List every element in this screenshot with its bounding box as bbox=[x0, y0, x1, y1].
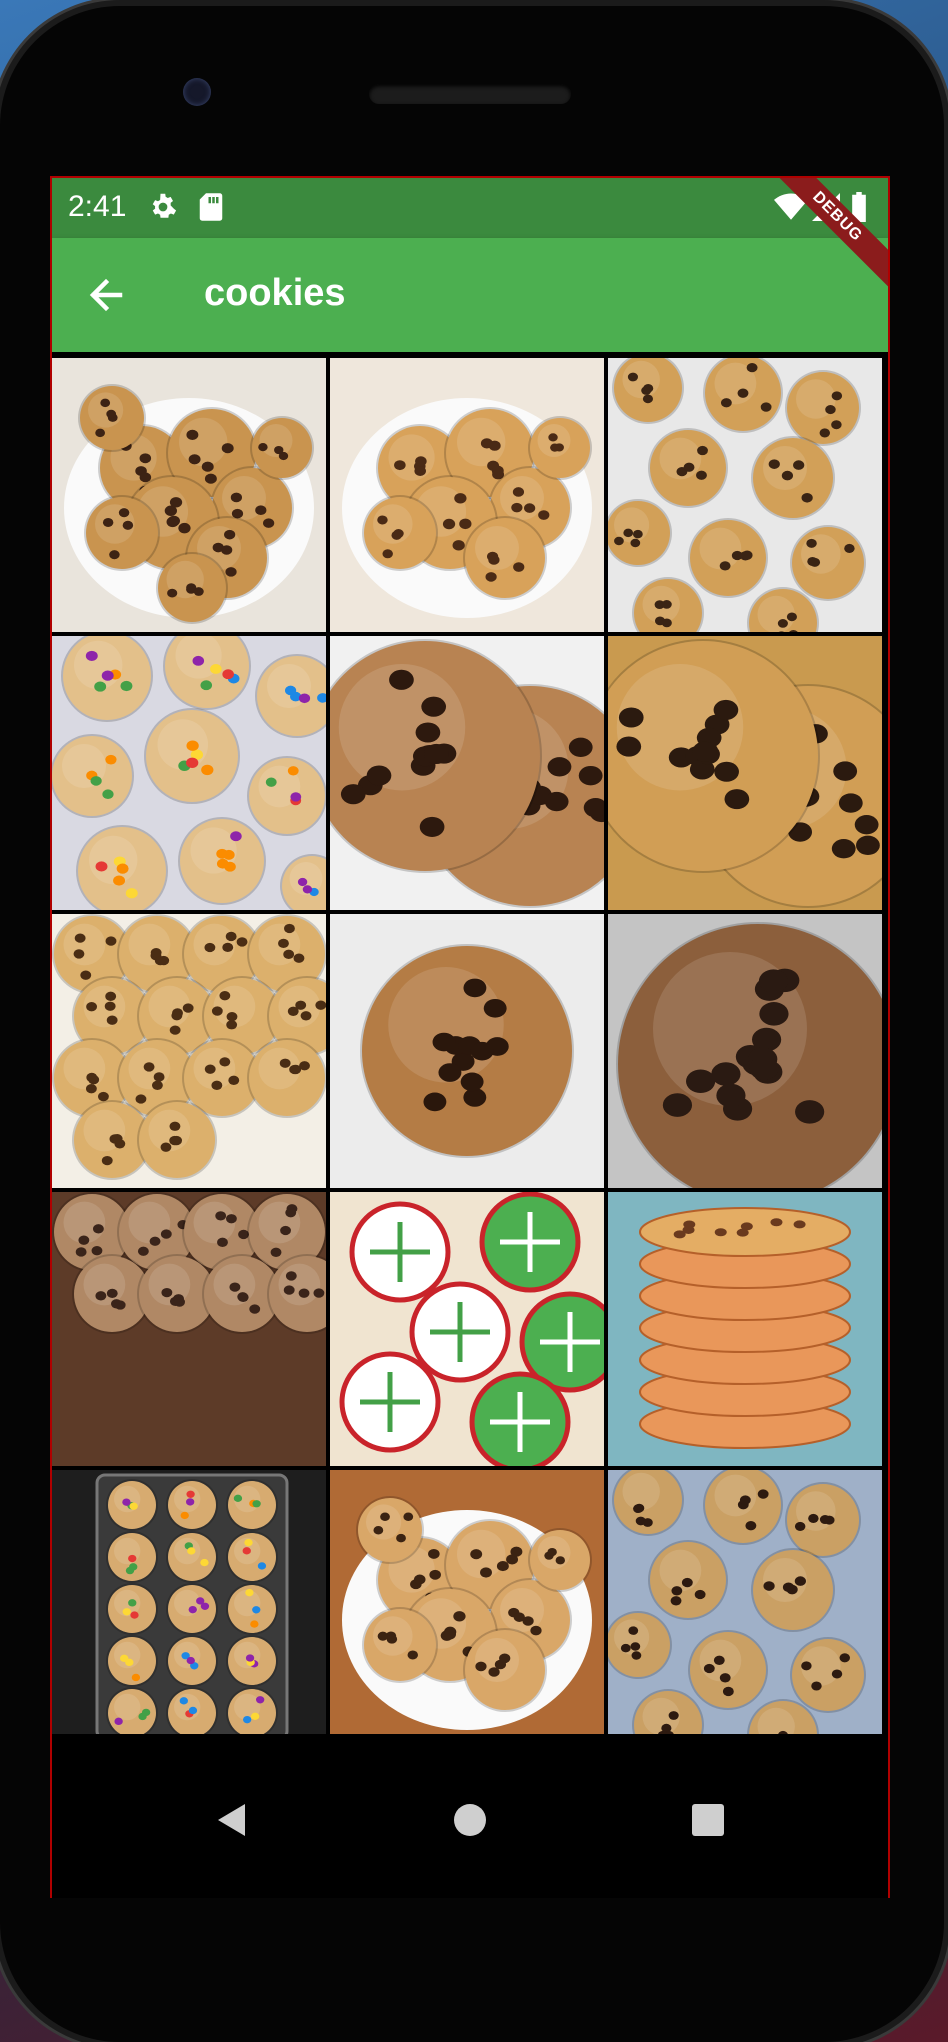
cookie-image-6[interactable] bbox=[608, 636, 882, 910]
cookie-photo bbox=[608, 1192, 882, 1466]
status-bar: 2:41 DEBUG bbox=[52, 178, 888, 294]
circle-home-icon bbox=[454, 1804, 486, 1836]
cookie-image-1[interactable] bbox=[52, 358, 326, 632]
earpiece-speaker bbox=[369, 84, 571, 104]
cookie-photo bbox=[330, 358, 604, 632]
triangle-back-icon bbox=[218, 1804, 245, 1836]
front-camera bbox=[183, 78, 211, 106]
cookie-photo bbox=[52, 914, 326, 1188]
image-grid bbox=[52, 358, 888, 1734]
cookie-photo bbox=[330, 1470, 604, 1734]
cookie-photo bbox=[608, 636, 882, 910]
nav-recents-button[interactable] bbox=[678, 1790, 738, 1850]
cookie-photo bbox=[52, 636, 326, 910]
cookie-image-9[interactable] bbox=[608, 914, 882, 1188]
cookie-image-2[interactable] bbox=[330, 358, 604, 632]
cookie-photo bbox=[52, 358, 326, 632]
cookie-image-12[interactable] bbox=[608, 1192, 882, 1466]
sd-card-icon bbox=[198, 192, 224, 227]
cookie-image-5[interactable] bbox=[330, 636, 604, 910]
app-bar: cookies bbox=[52, 238, 888, 352]
nav-back-button[interactable] bbox=[202, 1790, 262, 1850]
back-button[interactable] bbox=[72, 260, 142, 330]
cookie-image-14[interactable] bbox=[330, 1470, 604, 1734]
cookie-image-4[interactable] bbox=[52, 636, 326, 910]
cookie-photo bbox=[608, 914, 882, 1188]
cookie-image-15[interactable] bbox=[608, 1470, 882, 1734]
cookie-photo bbox=[608, 1470, 882, 1734]
cookie-image-11[interactable] bbox=[330, 1192, 604, 1466]
cookie-image-13[interactable] bbox=[52, 1470, 326, 1734]
cookie-photo bbox=[608, 358, 882, 632]
cookie-image-8[interactable] bbox=[330, 914, 604, 1188]
settings-icon bbox=[148, 192, 178, 227]
cookie-photo bbox=[52, 1470, 326, 1734]
cookie-photo bbox=[330, 1192, 604, 1466]
cookie-photo bbox=[52, 1192, 326, 1466]
phone-frame: 2:41 DEBUG cookies bbox=[0, 6, 944, 2042]
arrow-back-icon bbox=[89, 278, 123, 312]
cookie-photo bbox=[330, 914, 604, 1188]
cookie-image-7[interactable] bbox=[52, 914, 326, 1188]
page-title: cookies bbox=[204, 272, 346, 314]
cookie-image-3[interactable] bbox=[608, 358, 882, 632]
status-time: 2:41 bbox=[68, 190, 127, 223]
device-screen: 2:41 DEBUG cookies bbox=[50, 176, 890, 1898]
system-nav-bar bbox=[52, 1734, 888, 1898]
cookie-photo bbox=[330, 636, 604, 910]
cookie-image-10[interactable] bbox=[52, 1192, 326, 1466]
nav-home-button[interactable] bbox=[440, 1790, 500, 1850]
square-recents-icon bbox=[692, 1804, 724, 1836]
